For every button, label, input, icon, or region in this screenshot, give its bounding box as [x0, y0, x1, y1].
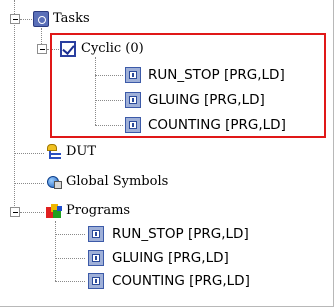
- programs-icon: [46, 203, 63, 219]
- tree-line: [55, 281, 85, 282]
- tree-line: [41, 28, 42, 44]
- highlight-box: [50, 33, 326, 138]
- collapse-tasks-toggle[interactable]: [10, 14, 20, 24]
- tree-line: [14, 0, 15, 212]
- tree-line: [20, 19, 32, 20]
- tree-line: [55, 221, 56, 281]
- dut-icon: [46, 144, 63, 160]
- collapse-programs-toggle[interactable]: [10, 207, 20, 217]
- tree-item-programs-run-stop[interactable]: RUN_STOP [PRG,LD]: [112, 226, 249, 242]
- tree-item-global-symbols[interactable]: Global Symbols: [66, 174, 168, 190]
- collapse-cyclic-toggle[interactable]: [37, 44, 47, 54]
- tree-line: [20, 212, 44, 213]
- globe-icon: [46, 174, 63, 190]
- project-tree-panel: Tasks Cyclic (0) RUN_STOP [PRG,LD] GLUIN…: [0, 0, 334, 307]
- program-icon: [88, 250, 104, 266]
- tree-line: [55, 234, 85, 235]
- tree-item-dut[interactable]: DUT: [66, 144, 96, 160]
- tree-line: [14, 183, 44, 184]
- tree-item-programs-counting[interactable]: COUNTING [PRG,LD]: [112, 273, 250, 289]
- tree-line: [55, 258, 85, 259]
- tree-line: [14, 153, 44, 154]
- tree-item-tasks[interactable]: Tasks: [53, 11, 90, 27]
- program-icon: [88, 273, 104, 289]
- tree-item-programs-gluing[interactable]: GLUING [PRG,LD]: [112, 250, 229, 266]
- tree-item-programs[interactable]: Programs: [66, 203, 130, 219]
- tasks-icon: [33, 11, 49, 27]
- program-icon: [88, 226, 104, 242]
